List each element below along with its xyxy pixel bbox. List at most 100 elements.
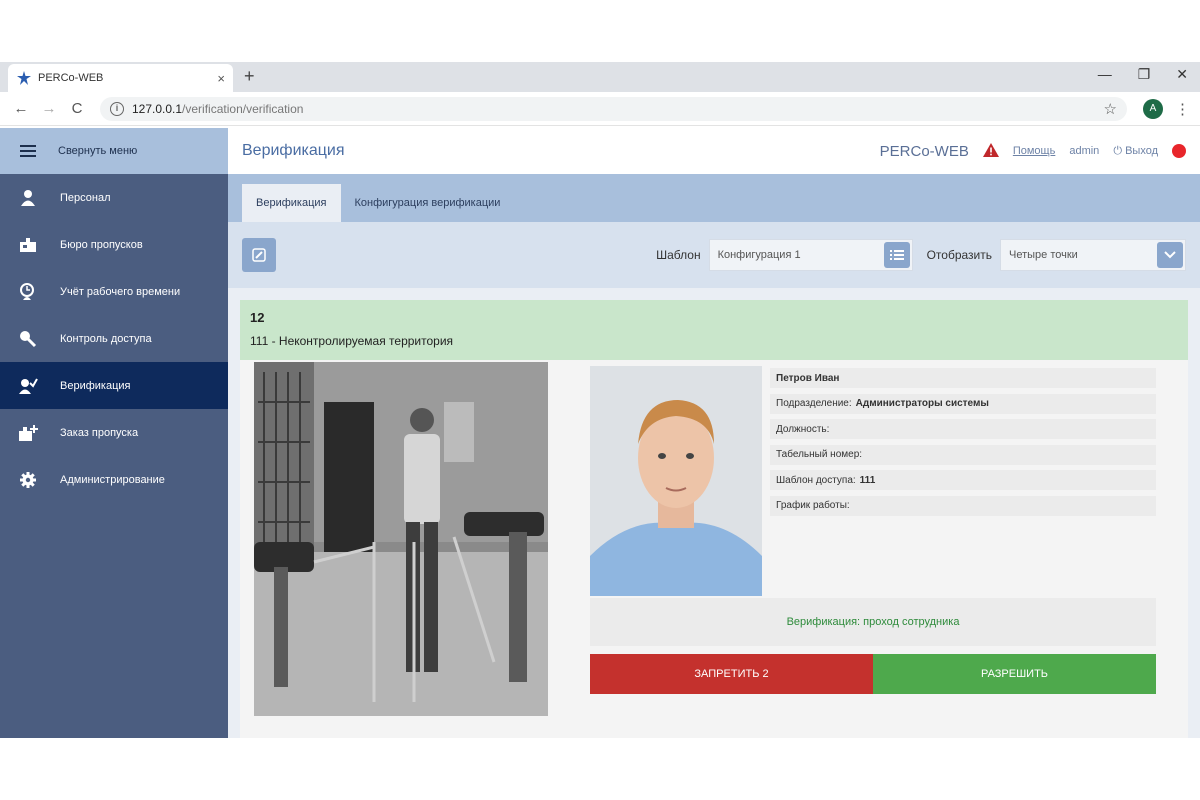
sidebar-item-label: Заказ пропуска: [60, 426, 139, 439]
url-host: 127.0.0.1: [132, 101, 183, 116]
tab-number-label: Табельный номер:: [776, 449, 863, 460]
list-icon: [889, 250, 904, 260]
pass-office-icon: [18, 235, 38, 255]
logout-button[interactable]: ⏻ Выход: [1113, 145, 1158, 158]
browser-tab[interactable]: PERCo-WEB ×: [8, 64, 233, 92]
access-key-icon: [18, 329, 38, 349]
sidebar-item-access-control[interactable]: Контроль доступа: [0, 315, 228, 362]
collapse-menu-label: Свернуть меню: [58, 145, 138, 157]
brand-name: PERCo-WEB: [879, 142, 969, 160]
display-label: Отобразить: [926, 248, 992, 262]
tab-verification-config[interactable]: Конфигурация верификации: [341, 184, 515, 222]
time-tracking-icon: [18, 282, 38, 302]
sidebar-item-label: Администрирование: [60, 473, 165, 486]
sidebar-item-label: Верификация: [60, 379, 131, 392]
sidebar-item-label: Учёт рабочего времени: [60, 285, 181, 298]
reload-icon[interactable]: C: [66, 100, 88, 117]
url-input[interactable]: i 127.0.0.1/verification/verification ☆: [100, 96, 1127, 121]
sidebar-item-personnel[interactable]: Персонал: [0, 174, 228, 221]
allow-button[interactable]: РАЗРЕШИТЬ: [873, 654, 1156, 694]
browser-menu-icon[interactable]: ⋮: [1175, 100, 1190, 118]
sidebar-item-administration[interactable]: Администрирование: [0, 456, 228, 503]
department-label: Подразделение:: [776, 398, 852, 409]
department-row: Подразделение: Администраторы системы: [770, 393, 1156, 414]
sidebar-item-label: Персонал: [60, 191, 111, 204]
employee-card: Петров Иван Подразделение: Администраторы…: [556, 360, 1188, 738]
collapse-menu-button[interactable]: Свернуть меню: [0, 128, 228, 174]
app: Свернуть меню Персонал Бюро пропусков Уч…: [0, 128, 1200, 738]
camera-snapshot: [254, 362, 548, 716]
event-header: 12 111 - Неконтролируемая территория: [240, 300, 1188, 360]
profile-avatar[interactable]: A: [1143, 98, 1163, 119]
toolbar-controls: Шаблон Конфигурация 1 Отобразить Четыре …: [656, 239, 1186, 271]
sidebar: Свернуть меню Персонал Бюро пропусков Уч…: [0, 128, 228, 738]
event-zone: 111 - Неконтролируемая территория: [250, 334, 454, 348]
position-label: Должность:: [776, 423, 830, 435]
verification-toolbar: Шаблон Конфигурация 1 Отобразить Четыре …: [228, 222, 1200, 288]
pass-order-icon: [18, 423, 38, 443]
site-info-icon[interactable]: i: [110, 101, 124, 116]
department-value: Администраторы системы: [855, 398, 989, 409]
address-bar: ← → C i 127.0.0.1/verification/verificat…: [0, 92, 1200, 126]
warning-icon[interactable]: [982, 142, 999, 160]
employee-photo: [590, 366, 762, 596]
bookmark-star-icon[interactable]: ☆: [1104, 100, 1117, 118]
verification-panel: 12 111 - Неконтролируемая территория Пет…: [240, 300, 1188, 738]
edit-button[interactable]: [242, 238, 276, 272]
camera-area: [240, 360, 556, 738]
access-template-value: 111: [859, 474, 876, 486]
access-template-row: Шаблон доступа: 111: [770, 470, 1156, 490]
tab-number-row: Табельный номер:: [770, 444, 1156, 465]
new-tab-button[interactable]: +: [244, 66, 255, 87]
tab-close-icon[interactable]: ×: [217, 71, 225, 86]
main-content: Верификация PERCo-WEB Помощь admin ⏻ Вых…: [228, 128, 1200, 738]
sidebar-item-time-tracking[interactable]: Учёт рабочего времени: [0, 268, 228, 315]
display-select[interactable]: Четыре точки: [1000, 239, 1186, 271]
minimize-icon[interactable]: —: [1098, 66, 1112, 83]
employee-fields: Петров Иван Подразделение: Администраторы…: [770, 368, 1156, 521]
sidebar-item-label: Контроль доступа: [60, 332, 152, 345]
content-tabs: Верификация Конфигурация верификации: [228, 174, 1200, 222]
browser-tab-title: PERCo-WEB: [38, 72, 104, 84]
schedule-row: График работы:: [770, 495, 1156, 516]
back-icon[interactable]: ←: [10, 100, 32, 117]
template-list-button[interactable]: [883, 242, 910, 268]
event-number: 12: [250, 310, 265, 325]
sidebar-item-verification[interactable]: Верификация: [0, 362, 228, 409]
help-link[interactable]: Помощь: [1013, 145, 1056, 157]
user-name[interactable]: admin: [1069, 145, 1099, 157]
chevron-down-icon[interactable]: [1157, 242, 1183, 268]
logout-label: Выход: [1125, 144, 1158, 157]
window-controls: — ❐ ✕: [1098, 66, 1188, 83]
verification-message: Верификация: проход сотрудника: [590, 598, 1156, 646]
perco-favicon-icon: [17, 71, 31, 85]
employee-name: Петров Иван: [776, 372, 840, 384]
sidebar-item-pass-order[interactable]: Заказ пропуска: [0, 409, 228, 456]
page-title: Верификация: [242, 142, 345, 159]
verification-icon: [18, 376, 38, 396]
forward-icon[interactable]: →: [38, 100, 60, 117]
template-field[interactable]: Конфигурация 1: [708, 239, 913, 271]
tab-verification[interactable]: Верификация: [242, 184, 341, 222]
decision-buttons: ЗАПРЕТИТЬ 2 РАЗРЕШИТЬ: [590, 654, 1156, 694]
schedule-label: График работы:: [776, 500, 850, 511]
browser-tabbar: PERCo-WEB × + — ❐ ✕: [0, 62, 1200, 92]
sidebar-item-pass-office[interactable]: Бюро пропусков: [0, 221, 228, 268]
deny-button[interactable]: ЗАПРЕТИТЬ 2: [590, 654, 873, 694]
sidebar-item-label: Бюро пропусков: [60, 238, 143, 251]
app-header: Верификация PERCo-WEB Помощь admin ⏻ Вых…: [228, 128, 1200, 174]
display-value: Четыре точки: [1009, 249, 1078, 261]
maximize-icon[interactable]: ❐: [1138, 66, 1151, 83]
close-window-icon[interactable]: ✕: [1176, 66, 1188, 83]
person-icon: [18, 188, 38, 208]
header-actions: PERCo-WEB Помощь admin ⏻ Выход: [879, 142, 1186, 160]
template-value: Конфигурация 1: [717, 249, 801, 261]
url-path: /verification/verification: [182, 101, 304, 116]
edit-icon: [252, 248, 266, 262]
gear-icon: [18, 470, 38, 490]
power-icon: ⏻: [1113, 144, 1126, 157]
connection-status-indicator: [1172, 144, 1186, 158]
position-row: Должность:: [770, 419, 1156, 439]
access-template-label: Шаблон доступа:: [776, 474, 856, 486]
employee-name-row: Петров Иван: [770, 368, 1156, 388]
